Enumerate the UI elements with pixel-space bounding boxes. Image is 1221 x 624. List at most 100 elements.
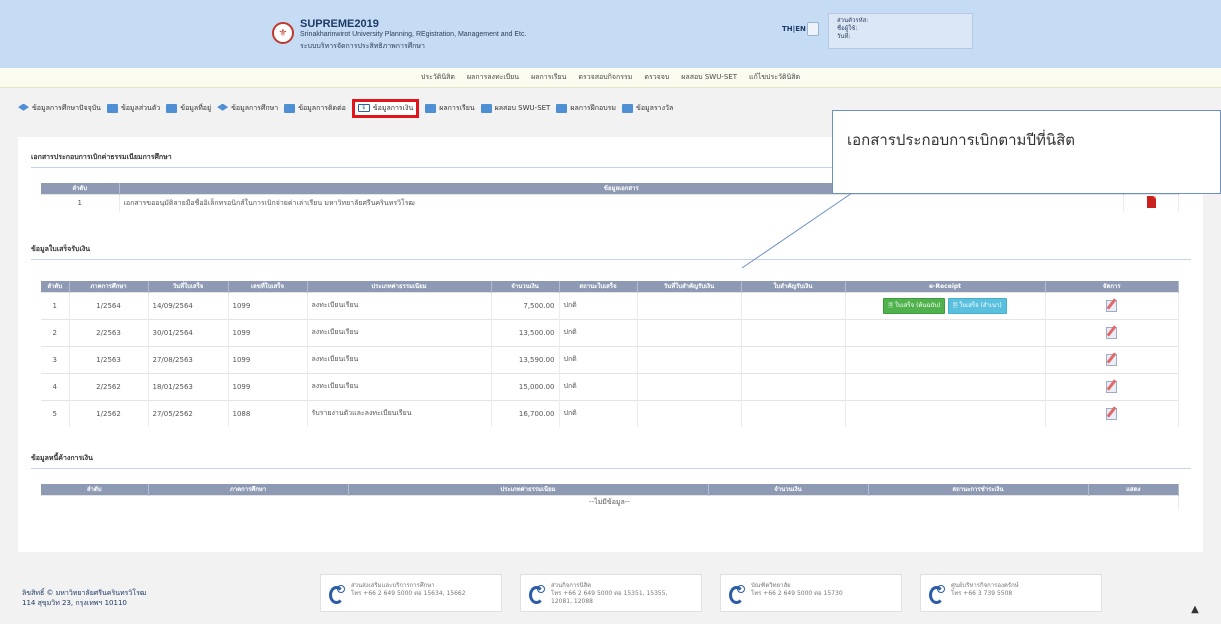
cell-ereceipt: 🗎 ใบเสร็จ (ต้นฉบับ) 🗎 ใบเสร็จ (สำเนา) <box>845 291 1046 319</box>
table-row: 5 1/2562 27/05/2562 1088 รับรายงานตัวและ… <box>41 399 1179 427</box>
column-header: ลำดับ <box>41 183 120 194</box>
tab-label: ข้อมูลการศึกษา <box>231 103 279 112</box>
edit-icon[interactable] <box>1105 298 1118 312</box>
tab-education[interactable]: ข้อมูลการศึกษา <box>217 103 278 114</box>
cell-empty <box>741 291 846 319</box>
menu-item-swu-set[interactable]: ผลสอบ SWU-SET <box>679 72 739 83</box>
language-switch[interactable]: TH|EN <box>782 25 806 33</box>
receipt-copy-button[interactable]: 🗎 ใบเสร็จ (สำเนา) <box>947 297 1007 314</box>
cell-receipt-no: 1099 <box>228 372 308 400</box>
column-header: สถานะการชำระเงิน <box>868 484 1089 495</box>
pdf-icon[interactable] <box>1146 196 1156 209</box>
cell-no: 3 <box>41 345 70 373</box>
tab-awards[interactable]: ข้อมูลรางวัล <box>622 103 673 114</box>
contact-name: ส่วนส่งเสริมและบริการการศึกษา <box>351 582 435 589</box>
cell-fee-type: รับรายงานตัวและลงทะเบียนเรียน <box>307 399 492 427</box>
phone-icon <box>928 584 945 604</box>
main-content: เอกสารประกอบการเบิกค่าธรรมเนียมการศึกษา … <box>18 137 1203 552</box>
tab-label: ผลสอบ SWU-SET <box>494 103 551 112</box>
cell-fee-type: ลงทะเบียนเรียน <box>307 345 492 373</box>
tab-grades[interactable]: ผลการเรียน <box>425 103 475 114</box>
tab-address[interactable]: ข้อมูลที่อยู่ <box>166 103 211 114</box>
column-header: ใบสำคัญรับเงิน <box>741 281 846 292</box>
tab-swu-set[interactable]: ผลสอบ SWU-SET <box>480 103 551 114</box>
menu-item-profile[interactable]: ประวัตินิสิต <box>419 72 457 83</box>
user-info-line: ส่วนตัวรหัส: <box>837 17 869 24</box>
cell-status: ปกติ <box>559 399 638 427</box>
contact-card: ส่วนกิจการนิสิต โทร +66 2 649 5000 ต่อ 1… <box>520 574 702 612</box>
tab-current-study[interactable]: ข้อมูลการศึกษาปัจจุบัน <box>18 103 101 114</box>
graduation-cap-icon <box>18 103 29 111</box>
user-icon[interactable] <box>807 22 819 36</box>
document-icon <box>556 103 568 113</box>
divider <box>31 468 1191 469</box>
cell-empty <box>637 399 742 427</box>
menu-item-edit-profile[interactable]: แก้ไขประวัตินิสิต <box>747 72 802 83</box>
button-label: ใบเสร็จ (ต้นฉบับ) <box>894 301 941 309</box>
user-info-line: ชื่อผู้ใช้: <box>837 25 858 32</box>
section-title-debt: ข้อมูลหนี้ค้างการเงิน <box>31 454 93 462</box>
contact-card: ศูนย์บริหารกิจการองครักษ์ โทร +66 3 739 … <box>920 574 1102 612</box>
cell-ereceipt <box>845 345 1046 373</box>
callout-annotation: เอกสารประกอบการเบิกตามปีที่นิสิต <box>832 110 1221 194</box>
document-icon <box>480 103 492 113</box>
table-row: 1 1/2564 14/09/2564 1099 ลงทะเบียนเรียน … <box>41 291 1179 319</box>
column-header: เลขที่ใบเสร็จ <box>228 281 308 292</box>
cell-date: 27/08/2563 <box>148 345 229 373</box>
cell-manage <box>1045 318 1179 346</box>
app-title: SUPREME2019 <box>300 18 379 30</box>
edit-icon[interactable] <box>1105 325 1118 339</box>
table-row: 4 2/2562 18/01/2563 1099 ลงทะเบียนเรียน … <box>41 372 1179 400</box>
cell-empty <box>637 372 742 400</box>
cell-pdf <box>1123 193 1179 212</box>
cell-empty <box>637 291 742 319</box>
app-subtitle: Srinakharinwirot University Planning, RE… <box>300 31 527 38</box>
user-info-line: วันที่: <box>837 33 851 40</box>
tab-training[interactable]: ผลการฝึกอบรม <box>556 103 616 114</box>
section-title-receipts: ข้อมูลใบเสร็จรับเงิน <box>31 245 91 253</box>
footer-copyright: ลิขสิทธิ์ © มหาวิทยาลัยศรีนครินทรวิโรฒ 1… <box>22 588 146 608</box>
document-icon <box>425 103 437 113</box>
app-subtitle-thai: ระบบบริหารจัดการประสิทธิภาพการศึกษา <box>300 42 425 50</box>
table-row: --ไม่มีข้อมูล-- <box>41 494 1179 509</box>
scroll-to-top-button[interactable]: ▲ <box>1187 602 1203 618</box>
top-menu: ประวัตินิสิต ผลการลงทะเบียน ผลการเรียน ต… <box>0 68 1221 88</box>
money-icon: $ <box>357 104 370 112</box>
cell-ereceipt <box>845 318 1046 346</box>
tab-finance[interactable]: $ ข้อมูลการเงิน <box>351 98 420 118</box>
menu-item-activities[interactable]: ตรวจสอบกิจกรรม <box>576 72 634 83</box>
button-label: ใบเสร็จ (สำเนา) <box>959 301 1002 309</box>
column-header: จำนวนเงิน <box>708 484 869 495</box>
cell-document: เอกสารขออนุมัติลายมือชื่ออิเล็กทรอนิกส์ใ… <box>119 193 1124 212</box>
receipt-original-button[interactable]: 🗎 ใบเสร็จ (ต้นฉบับ) <box>883 297 946 314</box>
contact-name: ศูนย์บริหารกิจการองครักษ์ <box>951 582 1019 589</box>
edit-icon[interactable] <box>1105 379 1118 393</box>
contact-tel: โทร +66 2 649 5000 ต่อ 15730 <box>751 590 843 597</box>
edit-icon[interactable] <box>1105 352 1118 366</box>
column-header: ประเภทค่าธรรมเนียม <box>307 281 492 292</box>
contact-tel: โทร +66 3 739 5508 <box>951 590 1013 597</box>
table-row: 1 เอกสารขออนุมัติลายมือชื่ออิเล็กทรอนิกส… <box>41 193 1179 212</box>
section-title-docs: เอกสารประกอบการเบิกค่าธรรมเนียมการศึกษา <box>31 153 172 161</box>
menu-item-registration[interactable]: ผลการลงทะเบียน <box>465 72 521 83</box>
contact-tel: 12081, 12088 <box>551 598 593 605</box>
cell-receipt-no: 1099 <box>228 345 308 373</box>
cell-no: 2 <box>41 318 70 346</box>
column-header: แสดง <box>1088 484 1179 495</box>
user-info-box: ส่วนตัวรหัส: ชื่อผู้ใช้: วันที่: <box>828 13 973 49</box>
tab-contact[interactable]: ข้อมูลการติดต่อ <box>284 103 346 114</box>
table-row: 2 2/2563 30/01/2564 1099 ลงทะเบียนเรียน … <box>41 318 1179 346</box>
cell-no: 4 <box>41 372 70 400</box>
contact-tel: โทร +66 2 649 5000 ต่อ 15351, 15355, <box>551 590 668 597</box>
menu-item-graduation-check[interactable]: ตรวจจบ <box>642 72 671 83</box>
receipts-table: ลำดับ ภาคการศึกษา วันที่ใบเสร็จ เลขที่ใบ… <box>41 281 1179 427</box>
phone-icon <box>328 584 345 604</box>
university-logo-icon: ⚜ <box>272 22 294 44</box>
menu-item-grades[interactable]: ผลการเรียน <box>529 72 568 83</box>
contact-card: บัณฑิตวิทยาลัย โทร +66 2 649 5000 ต่อ 15… <box>720 574 902 612</box>
tab-personal[interactable]: ข้อมูลส่วนตัว <box>106 103 160 114</box>
contact-name: บัณฑิตวิทยาลัย <box>751 582 791 589</box>
edit-icon[interactable] <box>1105 406 1118 421</box>
cell-no: 5 <box>41 399 70 427</box>
cell-date: 30/01/2564 <box>148 318 229 346</box>
